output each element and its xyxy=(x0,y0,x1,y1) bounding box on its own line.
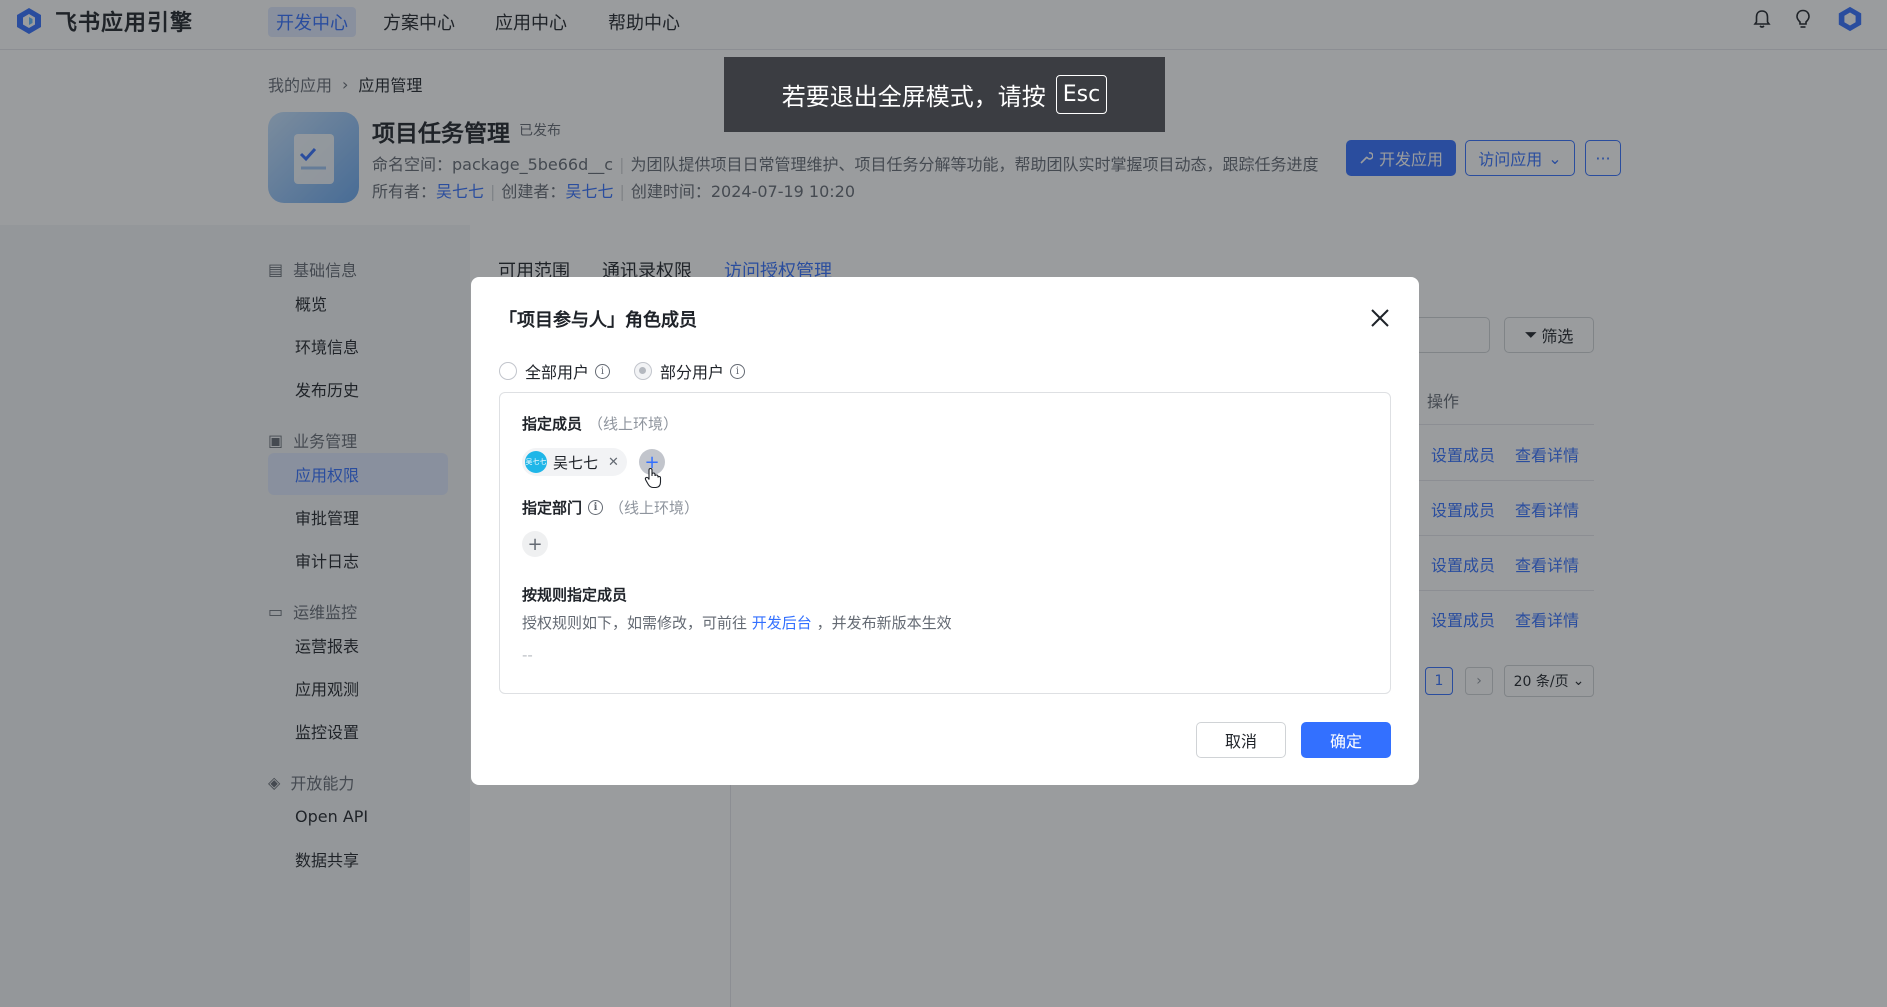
add-dept-button[interactable]: + xyxy=(522,531,548,557)
role-members-dialog: 「项目参与人」角色成员 全部用户 i 部分用户 i 指定成员 （线上环境） 吴七… xyxy=(471,277,1419,785)
rule-members-section: 按规则指定成员 xyxy=(522,584,627,605)
rule-desc-text: ，并发布新版本生效 xyxy=(811,614,952,632)
dev-console-link[interactable]: 开发后台 xyxy=(752,614,812,632)
scope-radio-group: 全部用户 i 部分用户 i xyxy=(499,359,746,383)
avatar: 吴七七 xyxy=(525,451,547,473)
member-chip: 吴七七 吴七七 ✕ xyxy=(522,448,627,476)
member-scope-box: 指定成员 （线上环境） 吴七七 吴七七 ✕ + 指定部门 i （线上环境） + … xyxy=(499,392,1391,694)
env-note: （线上环境） xyxy=(588,415,679,433)
assigned-depts-section: 指定部门 i （线上环境） xyxy=(522,497,699,518)
remove-member-icon[interactable]: ✕ xyxy=(608,455,619,470)
option-partial-users-label[interactable]: 部分用户 xyxy=(660,359,724,383)
rule-empty-value: -- xyxy=(522,646,533,664)
close-icon[interactable] xyxy=(1368,306,1392,330)
hand-cursor-icon xyxy=(644,467,662,489)
fullscreen-exit-toast: 若要退出全屏模式，请按 Esc xyxy=(724,57,1165,132)
info-icon[interactable]: i xyxy=(730,363,746,379)
dialog-title: 「项目参与人」角色成员 xyxy=(499,310,697,331)
option-all-users-label[interactable]: 全部用户 xyxy=(525,359,589,383)
info-icon[interactable]: i xyxy=(595,363,611,379)
fullscreen-toast-text: 若要退出全屏模式，请按 xyxy=(781,83,1046,111)
env-note: （线上环境） xyxy=(609,499,700,517)
rule-description: 授权规则如下，如需修改，可前往 开发后台 ，并发布新版本生效 xyxy=(522,612,952,633)
esc-key-hint: Esc xyxy=(1055,75,1108,114)
assigned-members-label: 指定成员 xyxy=(522,415,583,433)
assigned-members-section: 指定成员 （线上环境） xyxy=(522,413,678,434)
assigned-depts-label: 指定部门 xyxy=(522,499,583,517)
cancel-button[interactable]: 取消 xyxy=(1196,722,1286,758)
info-icon[interactable]: i xyxy=(588,500,604,515)
rule-members-label: 按规则指定成员 xyxy=(522,586,628,604)
radio-partial-users[interactable] xyxy=(634,362,653,380)
member-name: 吴七七 xyxy=(553,453,599,472)
radio-all-users[interactable] xyxy=(499,362,517,380)
rule-desc-text: 授权规则如下，如需修改，可前往 xyxy=(522,614,752,632)
confirm-button[interactable]: 确定 xyxy=(1301,722,1391,758)
